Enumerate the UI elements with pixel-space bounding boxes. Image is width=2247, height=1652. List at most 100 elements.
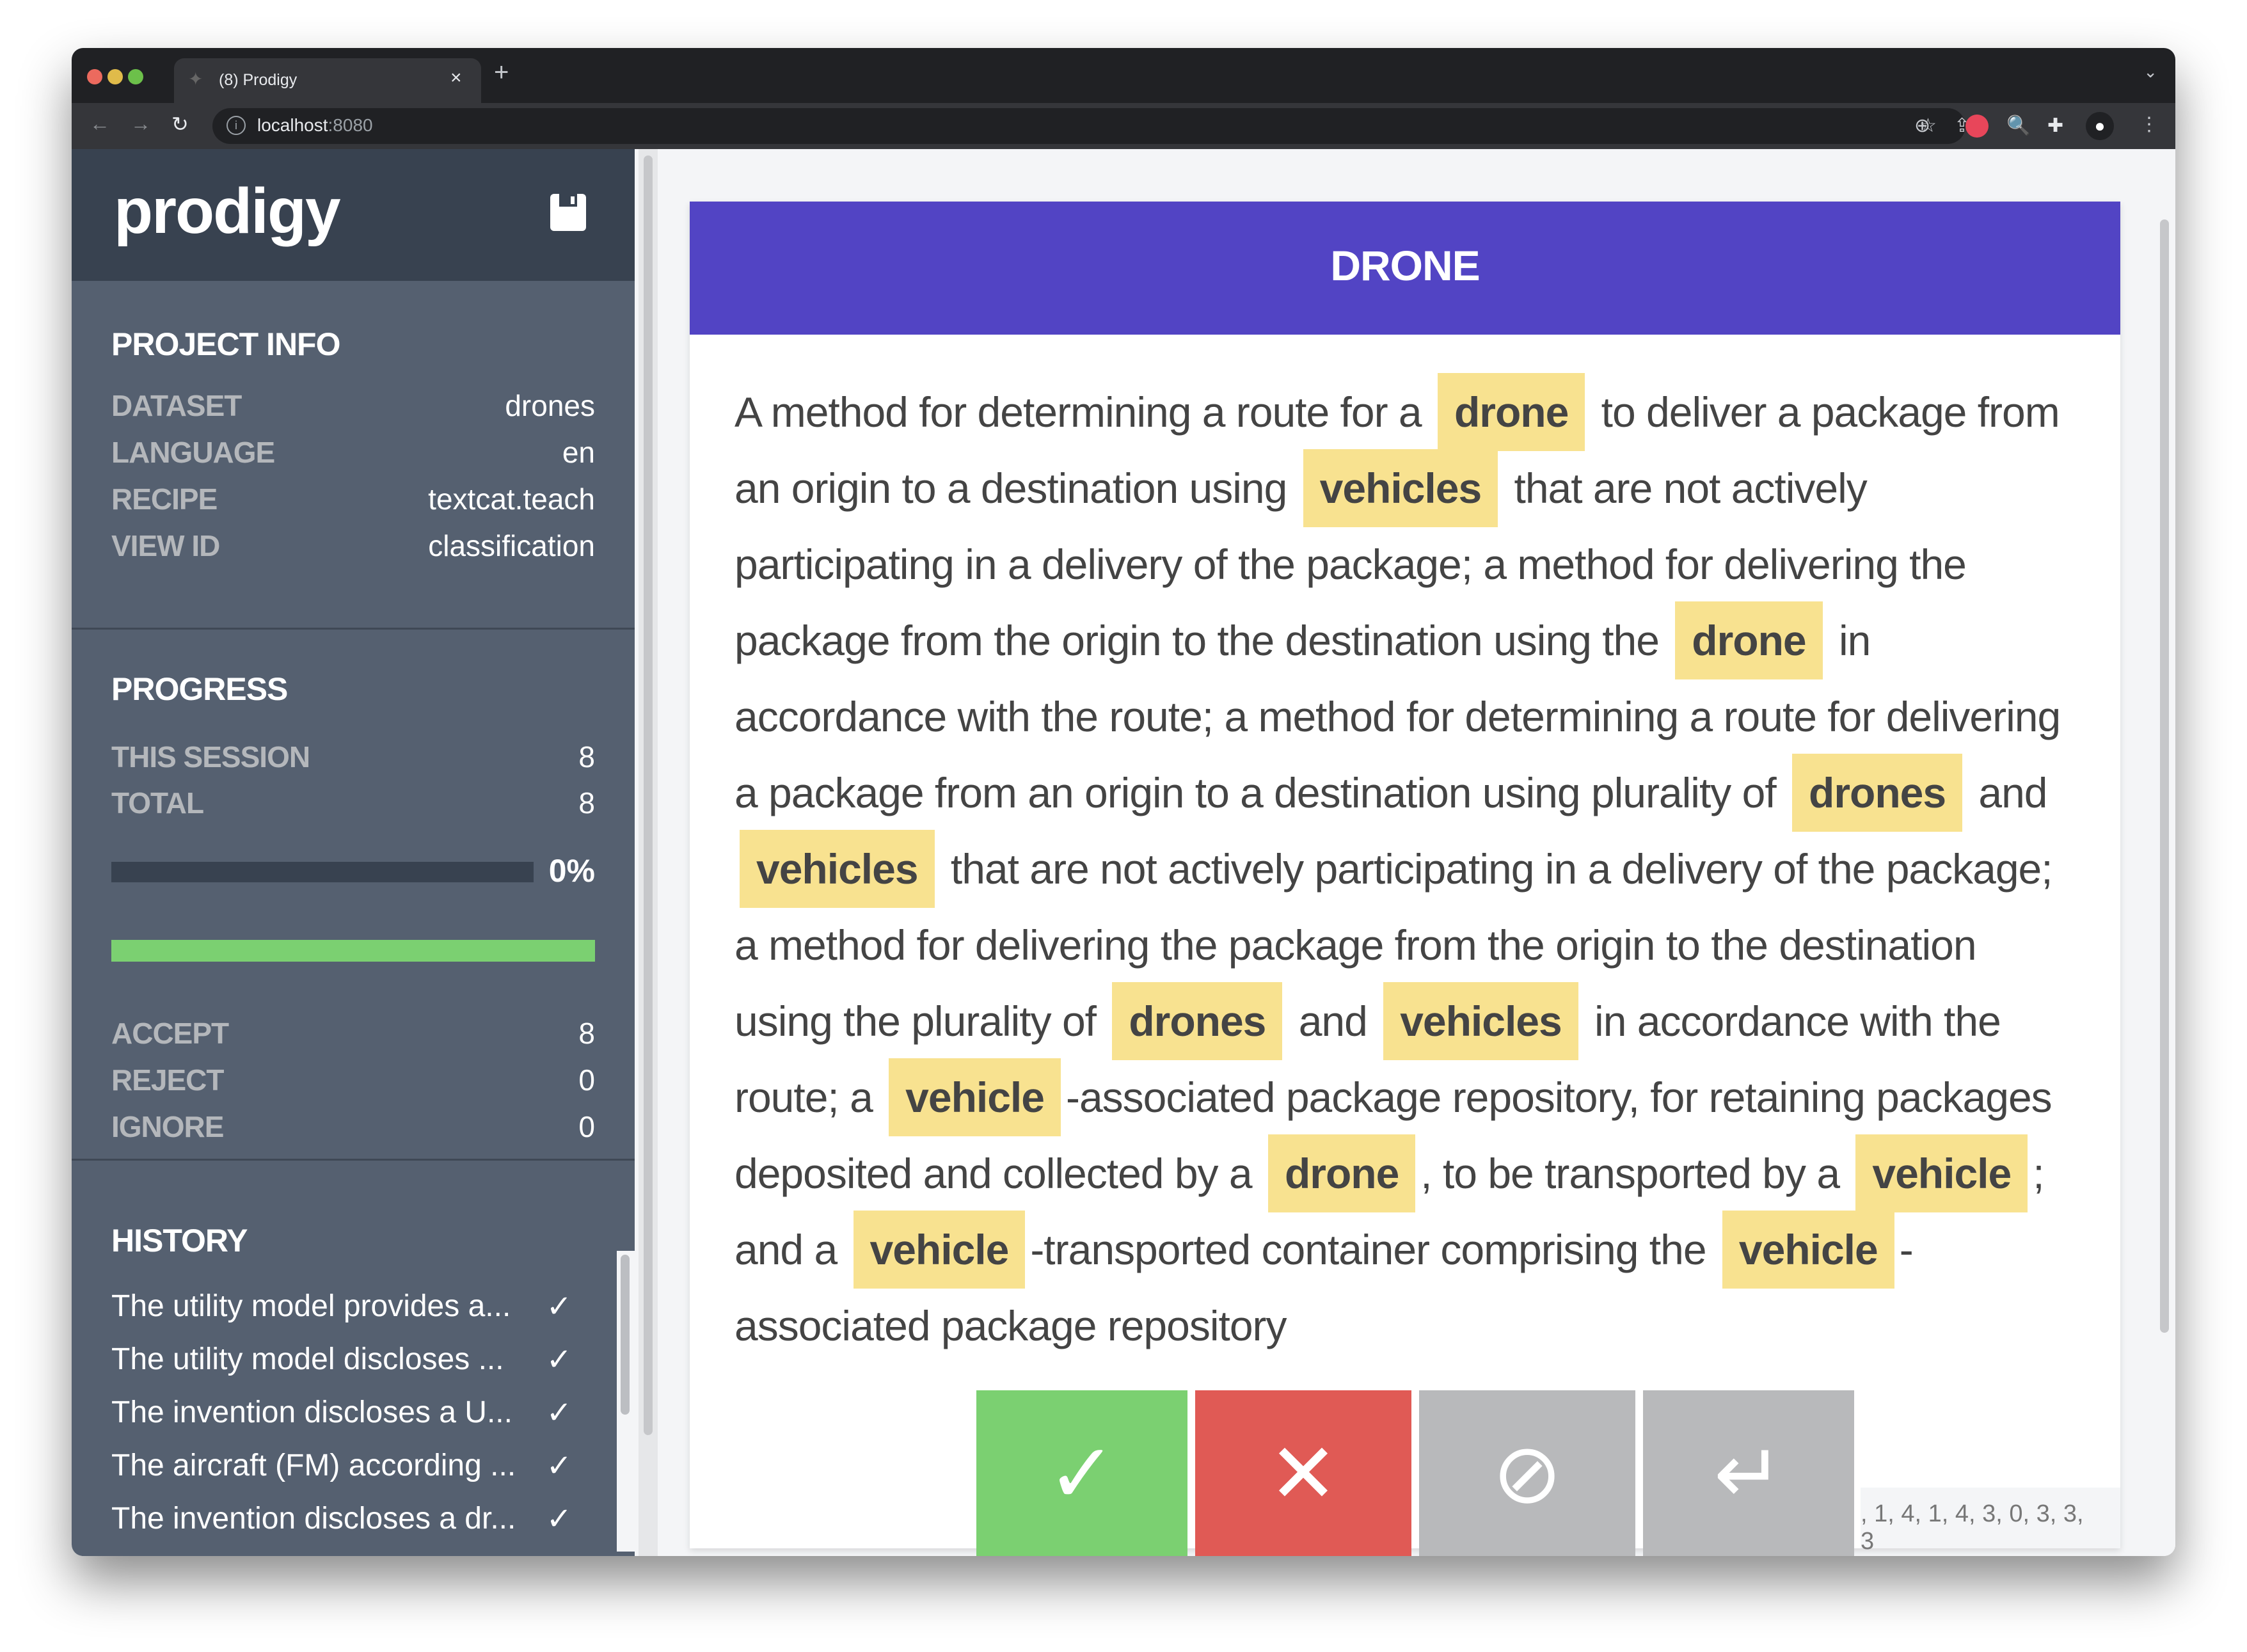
- main-scrollbar[interactable]: [2155, 149, 2175, 1556]
- extension-magnifier-icon[interactable]: 🔍: [2006, 115, 2030, 137]
- undo-button[interactable]: ↵: [1643, 1390, 1854, 1556]
- highlighted-term[interactable]: vehicles: [1383, 982, 1578, 1060]
- browser-window: ✦ (8) Prodigy × + ⌄ ← → ↻ i localhost:80…: [72, 48, 2175, 1556]
- extensions-puzzle-icon[interactable]: ✚: [2047, 115, 2063, 137]
- accept-button[interactable]: ✓: [976, 1390, 1187, 1556]
- check-icon: ✓: [1047, 1427, 1117, 1520]
- profile-icon[interactable]: ●: [2086, 112, 2114, 140]
- progress-row-total: TOTAL 8: [111, 786, 595, 824]
- highlighted-term[interactable]: vehicle: [1722, 1211, 1894, 1289]
- task-text: A method for determining a route for a d…: [734, 373, 2078, 1364]
- info-value: drones: [505, 389, 595, 422]
- reject-button[interactable]: ✕: [1195, 1390, 1411, 1556]
- highlighted-term[interactable]: drone: [1267, 1134, 1416, 1212]
- url-port: :8080: [328, 115, 373, 135]
- text-segment: -transported container comprising the: [1030, 1226, 1717, 1273]
- check-icon: ✓: [546, 1290, 572, 1324]
- site-info-icon[interactable]: i: [226, 116, 246, 135]
- history-text: The invention discloses a dr...: [111, 1502, 516, 1536]
- progress-key: TOTAL: [111, 786, 204, 820]
- progress-value: 8: [578, 1017, 595, 1050]
- highlighted-term[interactable]: vehicles: [740, 830, 935, 908]
- info-row-view-id: VIEW ID classification: [111, 528, 595, 567]
- browser-tab[interactable]: ✦ (8) Prodigy ×: [174, 58, 481, 103]
- progress-key: IGNORE: [111, 1110, 224, 1143]
- url-text: localhost:8080: [257, 115, 373, 136]
- history-text: The aircraft (FM) according ...: [111, 1449, 516, 1482]
- check-icon: ✓: [546, 1449, 572, 1483]
- history-item[interactable]: The aircraft (FM) according ... ✓: [111, 1448, 572, 1493]
- history-scrollbar[interactable]: [617, 1251, 635, 1552]
- highlighted-term[interactable]: vehicles: [1303, 449, 1498, 527]
- info-key: VIEW ID: [111, 529, 220, 562]
- history-text: The utility model provides a...: [111, 1289, 511, 1323]
- meta-text: , 1, 4, 1, 4, 3, 0, 3, 3, 3: [1861, 1500, 2084, 1555]
- history-text: The invention discloses a U...: [111, 1395, 512, 1429]
- highlighted-term[interactable]: vehicle: [1855, 1134, 2028, 1212]
- favicon-icon: ✦: [188, 69, 203, 89]
- extension-red-icon[interactable]: [1965, 115, 1989, 138]
- text-segment: , to be transported by a: [1420, 1150, 1851, 1197]
- card-header: DRONE: [690, 202, 2120, 335]
- highlighted-term[interactable]: drones: [1112, 982, 1283, 1060]
- scrollbar-thumb[interactable]: [621, 1255, 630, 1415]
- annotation-card: DRONE A method for determining a route f…: [690, 202, 2120, 1555]
- check-icon: ✓: [546, 1502, 572, 1536]
- highlighted-term[interactable]: drone: [1437, 373, 1585, 451]
- progress-row-ignore: IGNORE 0: [111, 1109, 595, 1148]
- highlighted-term[interactable]: drones: [1792, 754, 1963, 832]
- forward-arrow-icon[interactable]: →: [131, 112, 151, 136]
- history-item[interactable]: The utility model discloses ... ✓: [111, 1342, 572, 1386]
- progress-row-accept: ACCEPT 8: [111, 1016, 595, 1054]
- maximize-window-button[interactable]: [128, 69, 143, 84]
- ignore-icon: ⊘: [1492, 1427, 1562, 1520]
- progress-value: 0: [578, 1063, 595, 1097]
- undo-icon: ↵: [1713, 1427, 1784, 1520]
- chevron-down-icon[interactable]: ⌄: [2143, 62, 2157, 82]
- progress-key: ACCEPT: [111, 1017, 229, 1050]
- tab-title: (8) Prodigy: [219, 71, 298, 89]
- section-title: PROJECT INFO: [111, 326, 340, 362]
- progress-key: THIS SESSION: [111, 740, 310, 774]
- progress-row-session: THIS SESSION 8: [111, 740, 595, 778]
- info-key: LANGUAGE: [111, 436, 275, 469]
- info-row-dataset: DATASET drones: [111, 388, 595, 427]
- sidebar-header: prodigy: [72, 149, 635, 281]
- progress-value: 8: [578, 740, 595, 774]
- progress-value: 0: [578, 1110, 595, 1143]
- history-item[interactable]: The utility model provides a... ✓: [111, 1289, 572, 1333]
- new-tab-button[interactable]: +: [494, 60, 509, 85]
- menu-kebab-icon[interactable]: ⋮: [2140, 113, 2159, 136]
- reload-icon[interactable]: ↻: [171, 112, 189, 136]
- history-item[interactable]: The invention discloses a dr... ✓: [111, 1501, 572, 1546]
- bookmark-star-icon[interactable]: ☆: [1919, 115, 1937, 137]
- progress-bar: [111, 862, 534, 882]
- info-key: RECIPE: [111, 482, 218, 516]
- info-row-language: LANGUAGE en: [111, 435, 595, 473]
- scrollbar-thumb[interactable]: [2160, 219, 2169, 1333]
- sidebar-scrollbar[interactable]: [639, 149, 658, 1556]
- highlighted-term[interactable]: vehicle: [889, 1058, 1061, 1136]
- tab-close-icon[interactable]: ×: [450, 67, 462, 89]
- close-icon: ✕: [1268, 1427, 1338, 1520]
- url-input[interactable]: i localhost:8080 ⊕ ⇪: [212, 108, 1970, 144]
- text-segment: and: [1967, 769, 2047, 816]
- history-item[interactable]: The invention discloses a U... ✓: [111, 1395, 572, 1440]
- close-window-button[interactable]: [87, 69, 102, 84]
- progress-key: REJECT: [111, 1063, 224, 1097]
- divider: [72, 628, 635, 630]
- scrollbar-thumb[interactable]: [644, 155, 653, 1435]
- highlighted-term[interactable]: vehicle: [853, 1211, 1026, 1289]
- save-icon[interactable]: [550, 194, 586, 231]
- back-arrow-icon[interactable]: ←: [90, 112, 110, 136]
- ignore-button[interactable]: ⊘: [1419, 1390, 1635, 1556]
- info-row-recipe: RECIPE textcat.teach: [111, 482, 595, 520]
- divider: [72, 1159, 635, 1161]
- tab-bar: ✦ (8) Prodigy × + ⌄: [72, 48, 2175, 103]
- section-title: PROGRESS: [111, 671, 288, 707]
- section-title: HISTORY: [111, 1223, 248, 1259]
- info-key: DATASET: [111, 389, 242, 422]
- minimize-window-button[interactable]: [107, 69, 123, 84]
- highlighted-term[interactable]: drone: [1675, 601, 1823, 679]
- address-bar: ← → ↻ i localhost:8080 ⊕ ⇪ ☆ 🔍 ✚ ● ⋮: [72, 103, 2175, 149]
